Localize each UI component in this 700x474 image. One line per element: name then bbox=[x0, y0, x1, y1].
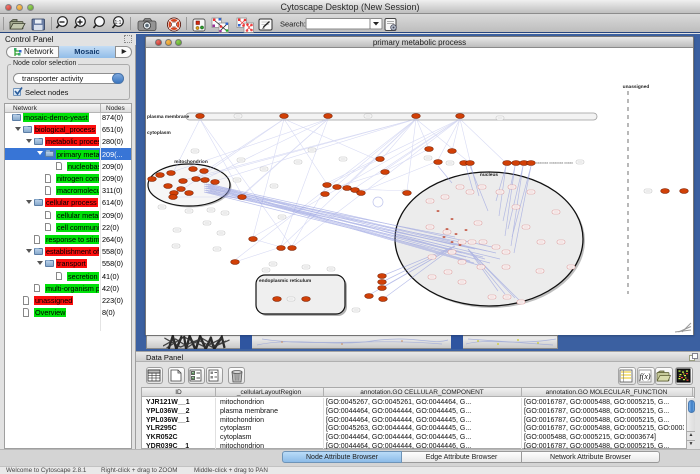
svg-text:endoplasmic reticulum: endoplasmic reticulum bbox=[259, 278, 311, 284]
svg-text:1:1: 1:1 bbox=[115, 20, 122, 26]
svg-text:nucleus: nucleus bbox=[480, 172, 498, 178]
svg-text:plasma membrane: plasma membrane bbox=[147, 114, 189, 120]
svg-text:Search:: Search: bbox=[280, 20, 306, 29]
svg-text:unassigned: unassigned bbox=[623, 84, 650, 90]
svg-text:xxxxxxx xxxxxxxx xxxxx: xxxxxxx xxxxxxxx xxxxx bbox=[536, 161, 573, 165]
svg-text:f(x): f(x) bbox=[639, 372, 650, 381]
svg-text:cytoplasm: cytoplasm bbox=[147, 130, 171, 136]
